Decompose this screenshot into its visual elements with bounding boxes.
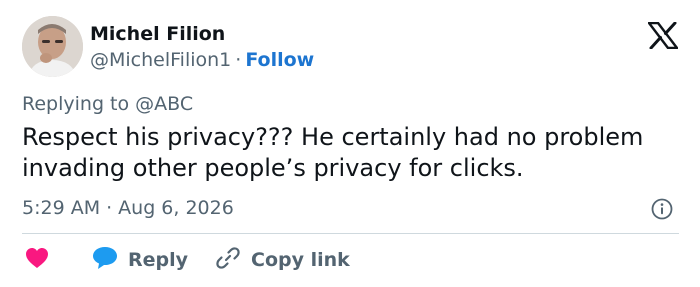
speech-bubble-icon: [92, 246, 118, 275]
info-icon[interactable]: [651, 198, 673, 220]
reply-button[interactable]: Reply: [92, 246, 188, 274]
heart-icon: [25, 247, 49, 274]
author-handle[interactable]: @MichelFilion1: [90, 49, 231, 71]
separator-dot: ·: [106, 197, 113, 219]
tweet-text: Respect his privacy??? He certainly had …: [22, 123, 644, 182]
follow-button[interactable]: Follow: [245, 49, 314, 71]
tweet-time: 5:29 AM: [22, 197, 101, 219]
tweet-embed-card: Michel Filion @MichelFilion1 · Follow Repl…: [0, 0, 700, 287]
author-handle-row: @MichelFilion1 · Follow: [90, 48, 314, 72]
like-button[interactable]: [25, 246, 59, 274]
separator-dot: ·: [235, 49, 242, 71]
divider: [22, 233, 679, 234]
reply-label: Reply: [128, 249, 189, 271]
link-icon: [215, 245, 241, 276]
tweet-date: Aug 6, 2026: [118, 197, 234, 219]
copy-link-button[interactable]: Copy link: [215, 246, 350, 274]
avatar[interactable]: [22, 16, 83, 77]
copy-link-label: Copy link: [251, 249, 350, 271]
author-name[interactable]: Michel Filion: [90, 22, 225, 46]
tweet-timestamp[interactable]: 5:29 AM · Aug 6, 2026: [22, 196, 234, 220]
replying-to[interactable]: Replying to @ABC: [22, 92, 193, 116]
x-logo-icon[interactable]: [647, 21, 679, 50]
